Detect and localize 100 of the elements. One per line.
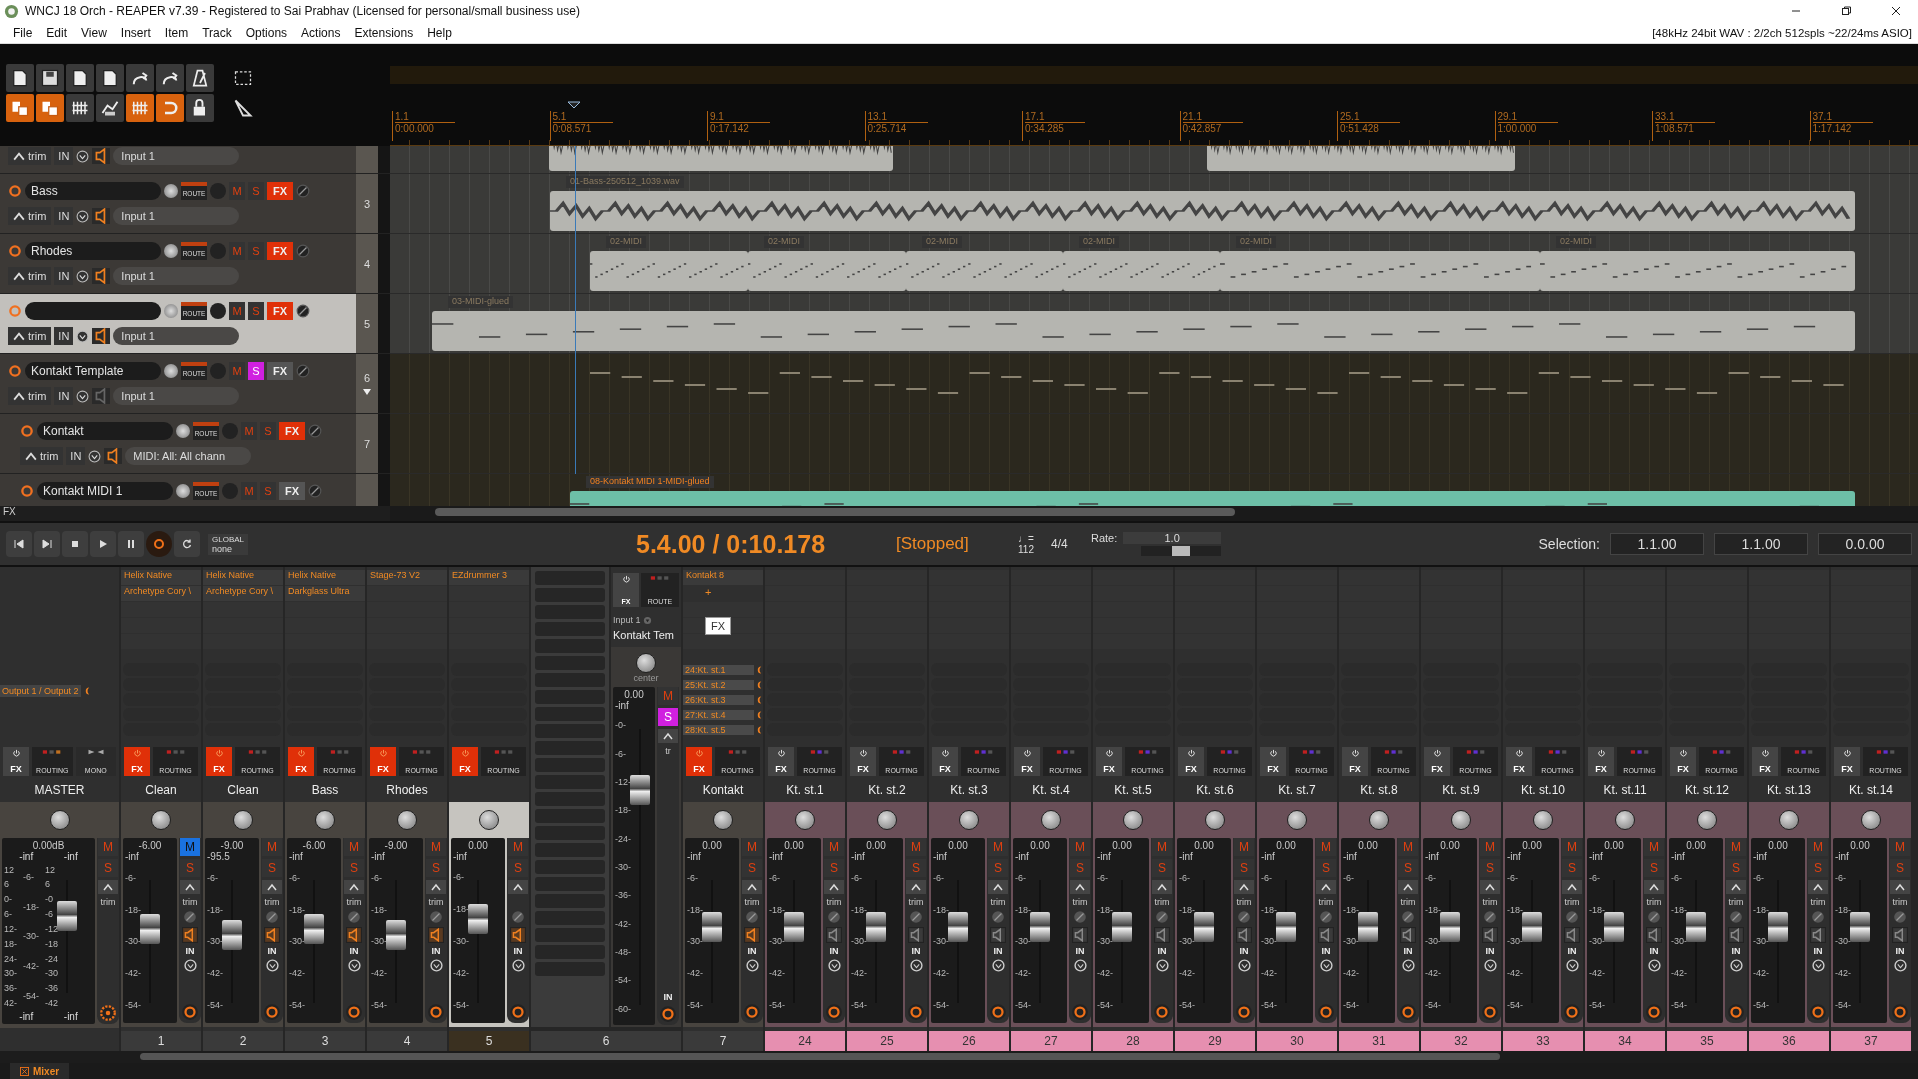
volume-knob[interactable] [164,244,178,258]
record-arm-icon[interactable] [1481,1003,1499,1021]
fx-slot[interactable]: Kontakt 8 [683,570,763,585]
record-arm-icon[interactable] [743,1003,761,1021]
speaker-icon[interactable] [1564,926,1580,943]
phase-icon[interactable] [511,909,525,924]
fader-thumb[interactable] [1358,911,1378,942]
dropdown-icon[interactable] [429,958,443,972]
speaker-icon[interactable] [1810,926,1826,943]
track-name-field[interactable]: Kontakt Template [25,362,161,380]
volume-knob[interactable] [164,364,178,378]
pause-button[interactable] [118,531,144,557]
pan-knob[interactable] [1533,809,1553,830]
menu-item[interactable]: File [6,25,40,40]
pan-knob[interactable] [1123,809,1143,830]
strip-name[interactable]: Bass [285,777,365,802]
maximize-icon[interactable] [1841,6,1851,16]
fx-button[interactable]: FX [206,746,232,776]
menu-item[interactable]: Help [420,25,459,40]
strip-name[interactable]: Kt. st.13 [1749,777,1829,802]
speaker-icon[interactable] [826,926,842,943]
mixer-tab[interactable]: Mixer [10,1063,70,1079]
gear-icon[interactable] [99,1003,117,1022]
record-arm-icon[interactable] [263,1003,281,1021]
toolbar-button[interactable] [126,64,154,92]
volume-readout[interactable]: 0.00 [1589,839,1639,851]
speaker-icon[interactable] [346,926,362,943]
track-lane[interactable]: 08-Kontakt MIDI 1-MIDI-glued [390,474,1918,506]
trim-button[interactable] [1562,879,1582,894]
fx-button[interactable]: FX [267,182,293,200]
dropdown-icon[interactable] [76,209,90,223]
volume-readout[interactable]: -6.00 [289,839,339,851]
phase-icon[interactable] [991,909,1005,924]
fader-thumb[interactable] [57,901,78,932]
send-slot[interactable]: 25:Kt. st.2 [683,679,754,690]
solo-button[interactable]: S [248,362,264,380]
trim-button[interactable] [426,879,446,894]
speaker-icon[interactable] [92,208,111,224]
input-label[interactable]: IN [1485,945,1495,956]
trim-button[interactable] [1480,879,1500,894]
dropdown-icon[interactable] [511,958,525,972]
speaker-icon[interactable] [92,148,111,164]
fx-button[interactable]: FX [1178,746,1204,776]
track-number[interactable]: 33 [1503,1031,1583,1051]
track-number[interactable]: 7 [683,1031,763,1051]
audio-status[interactable]: [48kHz 24bit WAV : 2/2ch 512spls ~22/24ms ASIO] [1652,26,1918,39]
input-label[interactable]: IN [513,945,523,956]
input-label[interactable]: IN [1239,945,1249,956]
input-field[interactable]: Input 1 [113,267,240,285]
trim-button[interactable] [1808,879,1828,894]
fader-thumb[interactable] [1440,911,1460,942]
stop-button[interactable] [62,531,88,557]
strip-name[interactable]: Kt. st.14 [1831,777,1911,802]
volume-readout[interactable]: 0.00 [615,689,653,700]
crescent-icon[interactable] [756,679,763,690]
phase-icon[interactable] [1073,909,1087,924]
trim-button[interactable] [508,879,528,894]
input-button[interactable]: IN [54,267,74,285]
volume-readout[interactable]: 0.00 [1261,839,1311,851]
input-label[interactable]: IN [1567,945,1577,956]
strip-name[interactable]: Clean [121,777,201,802]
speaker-icon[interactable] [1892,926,1908,943]
toolbar-button[interactable] [36,64,64,92]
menu-item[interactable]: Track [195,25,239,40]
input-label[interactable]: IN [185,945,195,956]
speaker-icon[interactable] [1728,926,1744,943]
dropdown-icon[interactable] [1237,958,1251,972]
fader-thumb[interactable] [1522,911,1542,942]
trim-button[interactable] [1070,879,1090,894]
fader-thumb[interactable] [1276,911,1296,942]
position-display[interactable]: 5.4.00 / 0:10.178 [636,529,886,559]
track-name-field[interactable]: Bass [25,182,161,200]
fx-button[interactable]: FX [1096,746,1122,776]
output-label[interactable]: Output 1 / Output 2 [0,685,81,698]
record-arm-icon[interactable] [825,1003,843,1021]
input-label[interactable]: IN [1321,945,1331,956]
record-arm-icon[interactable] [427,1003,445,1021]
dropdown-icon[interactable] [827,958,841,972]
phase-icon[interactable] [1893,909,1907,924]
phase-icon[interactable] [1729,909,1743,924]
track-number[interactable]: 34 [1585,1031,1665,1051]
pan-knob[interactable] [49,810,70,831]
input-label[interactable]: IN [1813,945,1823,956]
fader-thumb[interactable] [140,914,160,945]
phase-icon[interactable] [296,184,310,198]
crescent-icon[interactable] [756,709,763,720]
input-label[interactable]: IN [1649,945,1659,956]
track-name-field[interactable] [25,302,161,320]
trim-button[interactable] [1234,879,1254,894]
pan-knob[interactable] [1615,809,1635,830]
fader-thumb[interactable] [1030,911,1050,942]
record-button[interactable] [146,531,172,557]
dropdown-icon[interactable] [1647,958,1661,972]
track-number[interactable]: 26 [929,1031,1009,1051]
fx-button[interactable]: FX [370,746,396,776]
toolbar-button[interactable] [96,94,124,122]
rate-field[interactable]: 1.0 [1123,532,1221,544]
volume-readout[interactable]: -9.00 [207,839,257,851]
fx-slot[interactable]: Stage-73 V2 [367,570,447,585]
dropdown-icon[interactable] [76,269,90,283]
